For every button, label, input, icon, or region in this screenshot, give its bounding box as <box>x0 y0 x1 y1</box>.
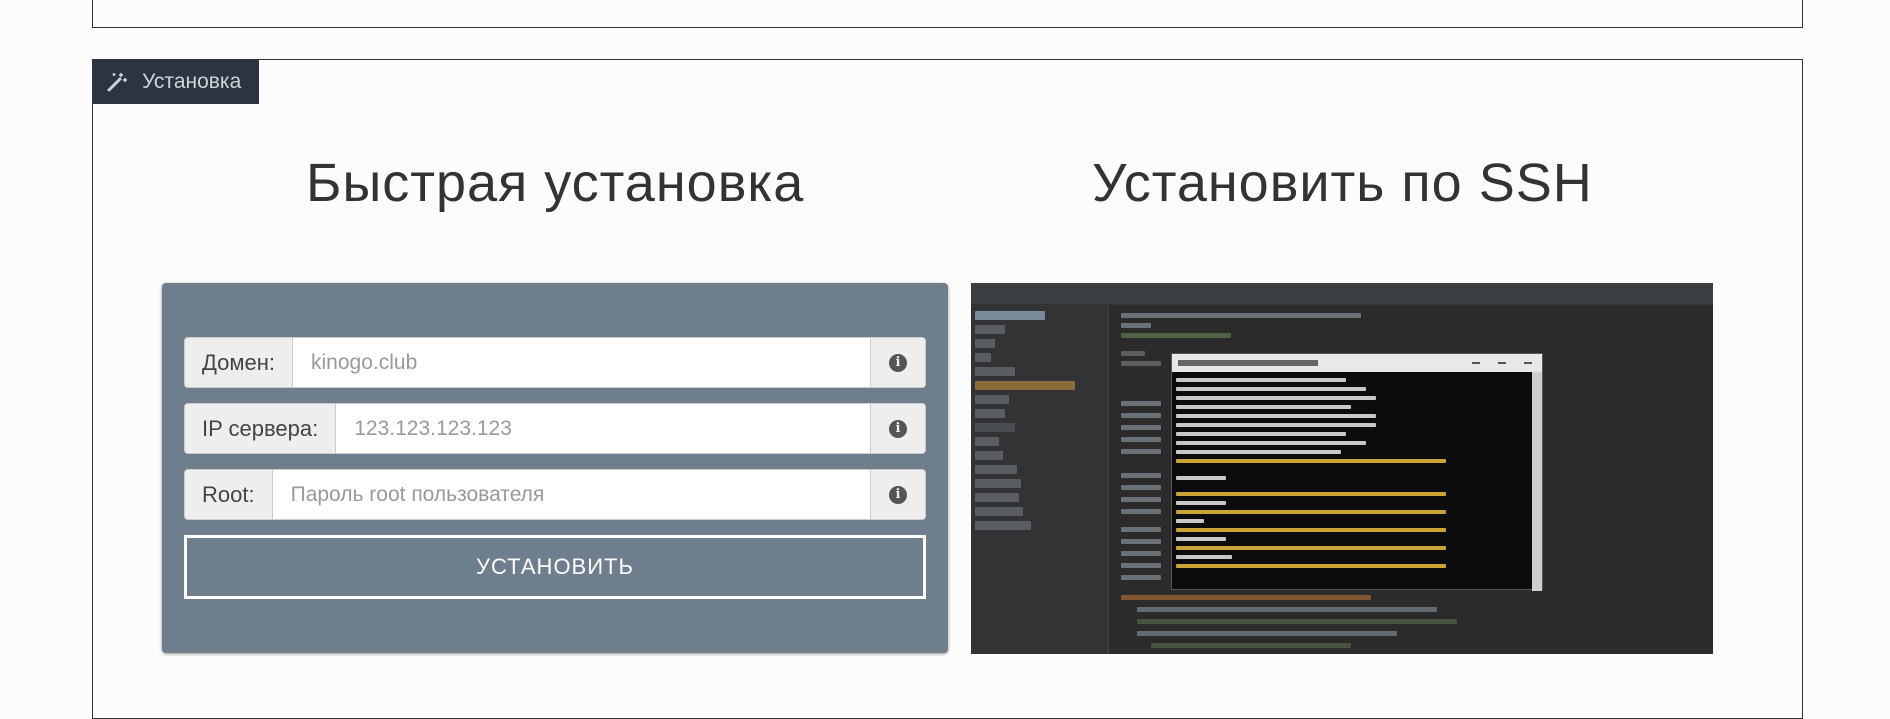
info-circle-icon: i <box>889 353 907 372</box>
domain-input[interactable] <box>293 338 870 387</box>
info-circle-icon: i <box>889 485 907 504</box>
install-panel: Установка Быстрая установка Установить п… <box>92 59 1803 719</box>
install-button[interactable]: УСТАНОВИТЬ <box>184 535 926 599</box>
domain-label: Домен: <box>185 338 294 387</box>
quick-install-form: Домен: i IP сервера: i Root: i УСТАНОВИТ… <box>162 283 948 653</box>
root-field-group: Root: i <box>184 469 926 520</box>
magic-wand-icon <box>106 71 128 93</box>
ip-input[interactable] <box>336 404 870 453</box>
install-tab: Установка <box>92 59 260 104</box>
install-tab-label: Установка <box>142 69 242 93</box>
root-label: Root: <box>185 470 273 519</box>
ssh-install-heading: Установить по SSH <box>1092 153 1593 213</box>
ip-field-group: IP сервера: i <box>184 403 926 454</box>
quick-install-heading: Быстрая установка <box>306 153 805 213</box>
root-password-input[interactable] <box>272 470 870 519</box>
domain-info-button[interactable]: i <box>870 338 925 387</box>
terminal-titlebar <box>1172 354 1542 372</box>
ssh-install-screenshot[interactable] <box>971 283 1713 654</box>
ide-line-gutter <box>1081 305 1109 654</box>
ip-info-button[interactable]: i <box>870 404 925 453</box>
previous-panel <box>92 0 1803 28</box>
ip-label: IP сервера: <box>185 404 337 453</box>
ide-project-tree <box>971 305 1081 654</box>
terminal-window <box>1171 353 1543 591</box>
ide-toolbar <box>971 283 1713 305</box>
root-info-button[interactable]: i <box>870 470 925 519</box>
terminal-scrollbar <box>1532 372 1542 591</box>
info-circle-icon: i <box>889 419 907 438</box>
domain-field-group: Домен: i <box>184 337 926 388</box>
